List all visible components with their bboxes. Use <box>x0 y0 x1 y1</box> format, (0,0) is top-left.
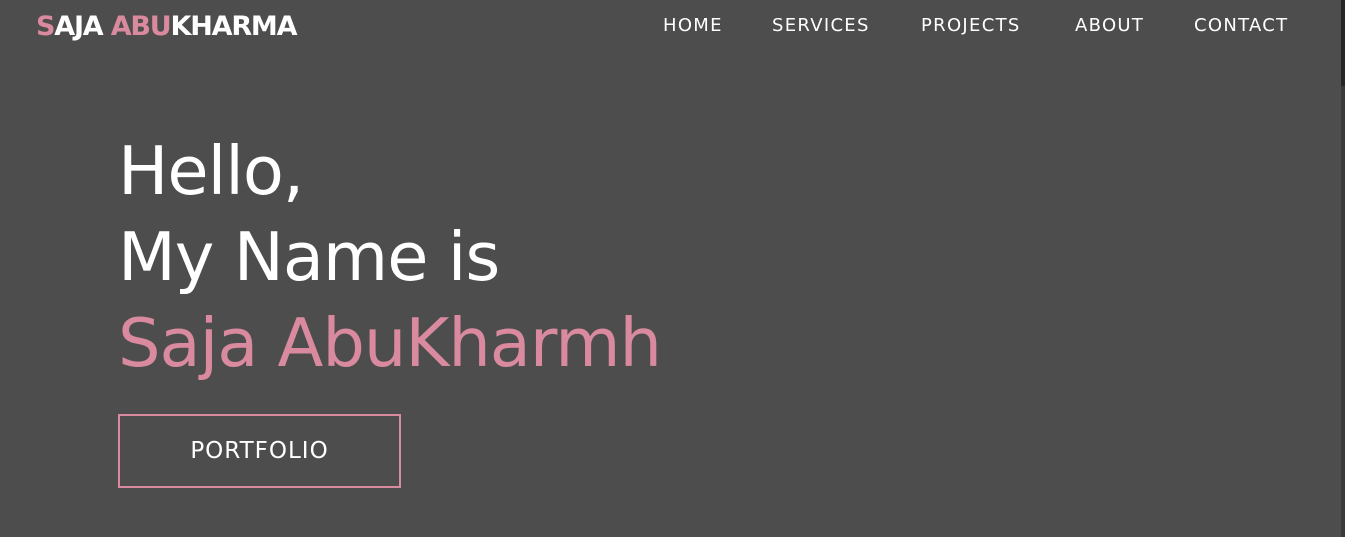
site-logo[interactable]: SAJA ABUKHARMA <box>36 8 298 46</box>
hero-intro-line: My Name is <box>118 218 500 296</box>
logo-text-abu: ABU <box>110 11 172 42</box>
portfolio-button-label: PORTFOLIO <box>190 438 329 464</box>
nav-item-about[interactable]: ABOUT <box>1075 13 1144 39</box>
logo-letter-s: S <box>36 11 55 42</box>
nav-item-home[interactable]: HOME <box>663 13 723 39</box>
hero-name: Saja AbuKharmh <box>118 304 662 382</box>
hero-heading: Hello, My Name is Saja AbuKharmh <box>118 128 662 386</box>
logo-text-aja: AJA <box>54 11 111 42</box>
logo-text-kharma: KHARMA <box>170 11 298 42</box>
page: SAJA ABUKHARMA HOME SERVICES PROJECTS AB… <box>0 0 1341 537</box>
vertical-scrollbar[interactable] <box>1341 0 1345 537</box>
nav-item-contact[interactable]: CONTACT <box>1194 13 1288 39</box>
nav-item-projects[interactable]: PROJECTS <box>921 13 1021 39</box>
hero-greeting-line: Hello, <box>118 132 304 210</box>
portfolio-button[interactable]: PORTFOLIO <box>118 414 401 488</box>
nav-item-services[interactable]: SERVICES <box>772 13 870 39</box>
scrollbar-thumb[interactable] <box>1341 0 1345 86</box>
